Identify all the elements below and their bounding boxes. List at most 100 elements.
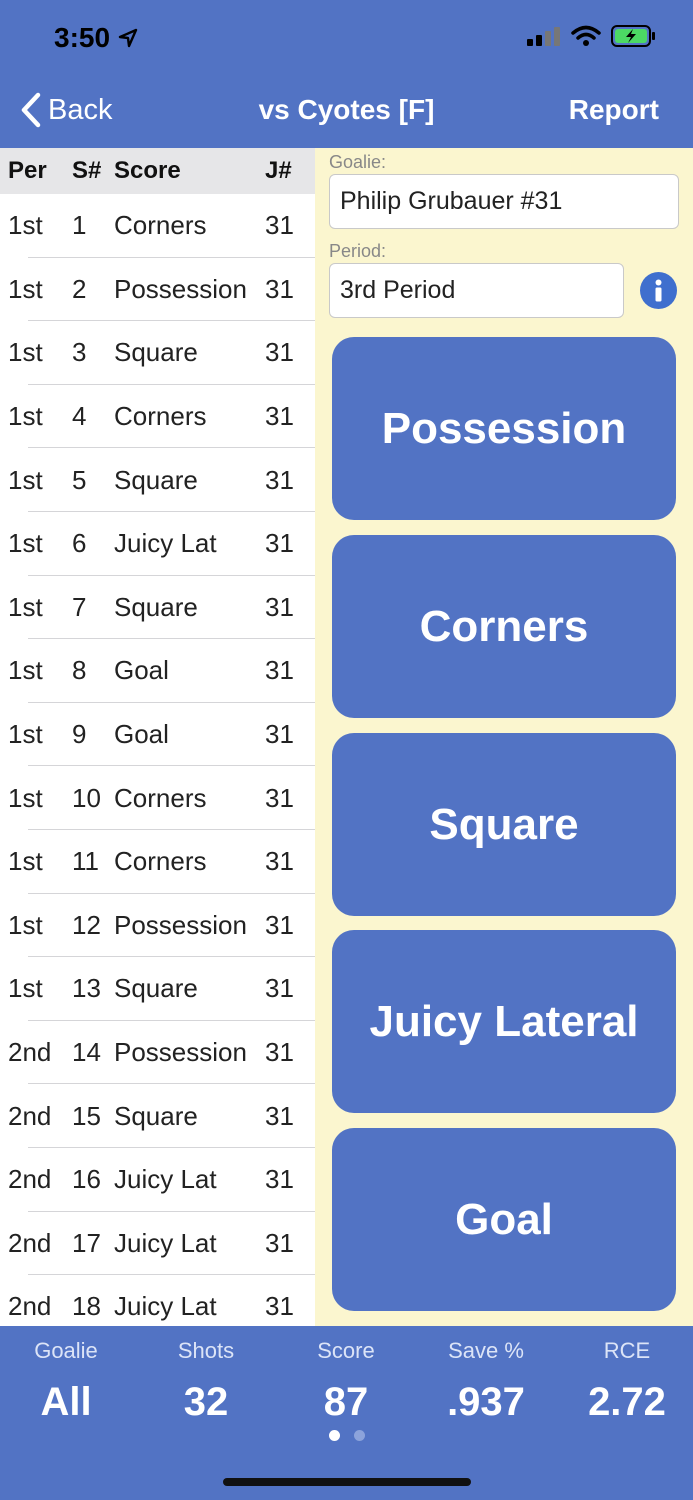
row-jersey-number: 31 — [265, 1164, 294, 1195]
row-score: Corners — [114, 782, 207, 813]
row-shot-number: 7 — [72, 591, 87, 622]
row-jersey-number: 31 — [265, 655, 294, 686]
row-jersey-number: 31 — [265, 528, 294, 559]
chevron-left-icon — [21, 92, 41, 128]
row-shot-number: 1 — [72, 210, 87, 241]
row-jersey-number: 31 — [265, 273, 294, 304]
home-indicator[interactable] — [223, 1478, 471, 1486]
row-jersey-number: 31 — [265, 1100, 294, 1131]
info-button[interactable] — [640, 272, 677, 309]
table-row[interactable]: 1st 6 Juicy Lat 31 — [0, 512, 315, 576]
info-icon — [655, 279, 662, 302]
row-jersey-number: 31 — [265, 909, 294, 940]
row-period: 1st — [8, 401, 43, 432]
wifi-icon — [571, 25, 601, 46]
stat-label: Shots — [177, 1338, 235, 1363]
stat-label: Goalie — [34, 1338, 98, 1363]
row-jersey-number: 31 — [265, 401, 294, 432]
stat-label: Save % — [448, 1338, 524, 1363]
stat-value: 87 — [323, 1380, 369, 1424]
row-score: Square — [114, 591, 198, 622]
row-jersey-number: 31 — [265, 1037, 294, 1068]
corners-button[interactable]: Corners — [332, 535, 676, 718]
table-row[interactable]: 2nd 18 Juicy Lat 31 — [0, 1275, 315, 1326]
row-period: 2nd — [8, 1291, 52, 1322]
row-period: 2nd — [8, 1100, 52, 1131]
table-row[interactable]: 1st 2 Possession 31 — [0, 258, 315, 322]
goalie-label: Goalie: — [329, 152, 387, 172]
row-jersey-number: 31 — [265, 464, 294, 495]
row-jersey-number: 31 — [265, 846, 294, 877]
row-period: 1st — [8, 846, 43, 877]
row-score: Square — [114, 337, 198, 368]
location-arrow-icon — [118, 28, 138, 48]
table-row[interactable]: 1st 10 Corners 31 — [0, 766, 315, 830]
row-period: 1st — [8, 210, 43, 241]
row-period: 1st — [8, 782, 43, 813]
page-indicator[interactable] — [0, 1430, 693, 1441]
row-jersey-number: 31 — [265, 1291, 294, 1322]
report-button[interactable]: Report — [569, 94, 659, 126]
table-row[interactable]: 1st 3 Square 31 — [0, 321, 315, 385]
row-jersey-number: 31 — [265, 337, 294, 368]
table-row[interactable]: 1st 7 Square 31 — [0, 576, 315, 640]
navigation-bar: Back vs Cyotes [F] Report — [0, 70, 693, 148]
row-period: 2nd — [8, 1227, 52, 1258]
row-score: Juicy Lat — [114, 1291, 217, 1322]
stat-save-percent: Save % .937 — [416, 1338, 556, 1425]
table-row[interactable]: 1st 4 Corners 31 — [0, 385, 315, 449]
row-period: 2nd — [8, 1164, 52, 1195]
back-button[interactable]: Back — [20, 92, 112, 128]
row-score: Square — [114, 464, 198, 495]
square-button[interactable]: Square — [332, 733, 676, 916]
row-score: Goal — [114, 655, 169, 686]
row-period: 1st — [8, 273, 43, 304]
row-period: 1st — [8, 337, 43, 368]
table-row[interactable]: 2nd 15 Square 31 — [0, 1084, 315, 1148]
row-shot-number: 10 — [72, 782, 101, 813]
entry-panel: Goalie: Philip Grubauer #31 Period: 3rd … — [315, 148, 693, 1326]
goal-button[interactable]: Goal — [332, 1128, 676, 1311]
stat-label: RCE — [603, 1338, 651, 1363]
row-score: Corners — [114, 401, 207, 432]
row-shot-number: 8 — [72, 655, 87, 686]
status-bar: 3:50 — [0, 0, 693, 70]
row-period: 1st — [8, 591, 43, 622]
table-row[interactable]: 1st 1 Corners 31 — [0, 194, 315, 258]
table-row[interactable]: 1st 12 Possession 31 — [0, 894, 315, 958]
row-shot-number: 17 — [72, 1227, 101, 1258]
table-row[interactable]: 1st 8 Goal 31 — [0, 639, 315, 703]
row-jersey-number: 31 — [265, 973, 294, 1004]
row-shot-number: 13 — [72, 973, 101, 1004]
row-shot-number: 18 — [72, 1291, 101, 1322]
table-row[interactable]: 1st 13 Square 31 — [0, 957, 315, 1021]
juicy-lateral-button[interactable]: Juicy Lateral — [332, 930, 676, 1113]
table-row[interactable]: 2nd 14 Possession 31 — [0, 1021, 315, 1085]
row-score: Corners — [114, 210, 207, 241]
stat-value: 32 — [183, 1380, 229, 1424]
table-row[interactable]: 2nd 16 Juicy Lat 31 — [0, 1148, 315, 1212]
header-shot-number: S# — [72, 157, 102, 184]
table-row[interactable]: 1st 11 Corners 31 — [0, 830, 315, 894]
status-time: 3:50 — [54, 22, 111, 53]
period-field[interactable]: 3rd Period — [329, 263, 624, 318]
stats-summary[interactable]: Goalie All Shots 32 Score 87 Save % .937… — [0, 1326, 693, 1500]
table-row[interactable]: 2nd 17 Juicy Lat 31 — [0, 1212, 315, 1276]
row-shot-number: 9 — [72, 719, 87, 750]
page-dot — [353, 1430, 365, 1441]
row-score: Possession — [114, 909, 247, 940]
header-score: Score — [114, 157, 181, 184]
period-label: Period: — [329, 241, 387, 261]
table-row[interactable]: 1st 5 Square 31 — [0, 448, 315, 512]
goalie-field[interactable]: Philip Grubauer #31 — [329, 174, 679, 229]
row-jersey-number: 31 — [265, 782, 294, 813]
row-shot-number: 5 — [72, 464, 87, 495]
header-jersey-number: J# — [265, 157, 292, 184]
page-dot-active — [328, 1430, 340, 1441]
possession-button[interactable]: Possession — [332, 337, 676, 520]
table-row[interactable]: 1st 9 Goal 31 — [0, 703, 315, 767]
row-score: Possession — [114, 1037, 247, 1068]
row-shot-number: 16 — [72, 1164, 101, 1195]
row-period: 1st — [8, 909, 43, 940]
shot-table[interactable]: Per S# Score J# 1st 1 Corners 31 1st 2 Possess… — [0, 148, 315, 1326]
